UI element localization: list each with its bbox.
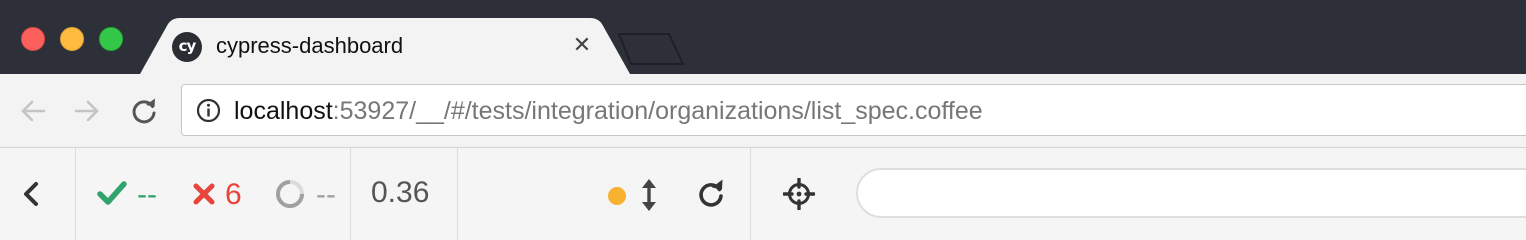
- url-path: :53927/__/#/tests/integration/organizati…: [332, 97, 983, 125]
- selector-input[interactable]: [856, 168, 1526, 218]
- back-arrow-icon[interactable]: [18, 96, 48, 126]
- status-dot-icon: [608, 187, 626, 205]
- browser-navbar: localhost:53927/__/#/tests/integration/o…: [0, 74, 1526, 148]
- url-text[interactable]: localhost:53927/__/#/tests/integration/o…: [234, 96, 983, 126]
- address-bar[interactable]: localhost:53927/__/#/tests/integration/o…: [181, 84, 1526, 136]
- divider: [75, 148, 76, 240]
- chevron-left-icon[interactable]: [21, 180, 41, 208]
- passed-count: --: [137, 178, 157, 211]
- divider: [457, 148, 458, 240]
- crosshair-icon[interactable]: [783, 178, 815, 210]
- x-icon: [193, 183, 215, 205]
- divider: [750, 148, 751, 240]
- tab-close-icon[interactable]: ✕: [570, 33, 594, 57]
- new-tab-button[interactable]: [617, 33, 685, 65]
- failed-count: 6: [225, 178, 242, 211]
- check-icon: [97, 181, 127, 205]
- resize-arrows-icon[interactable]: [641, 177, 657, 213]
- pending-count: --: [316, 178, 336, 211]
- runner-toolbar: -- 6 -- 0.36: [0, 148, 1526, 240]
- browser-titlebar: cy cypress-dashboard ✕: [0, 0, 1526, 74]
- reload-icon[interactable]: [129, 96, 159, 126]
- forward-arrow-icon[interactable]: [72, 96, 102, 126]
- divider: [350, 148, 351, 240]
- tab-title[interactable]: cypress-dashboard: [216, 32, 403, 60]
- duration: 0.36: [371, 176, 430, 209]
- rerun-icon[interactable]: [696, 179, 726, 209]
- cypress-favicon-icon: cy: [172, 32, 202, 62]
- info-icon[interactable]: [196, 98, 221, 123]
- url-host: localhost: [234, 97, 333, 125]
- spinner-icon: [276, 180, 304, 208]
